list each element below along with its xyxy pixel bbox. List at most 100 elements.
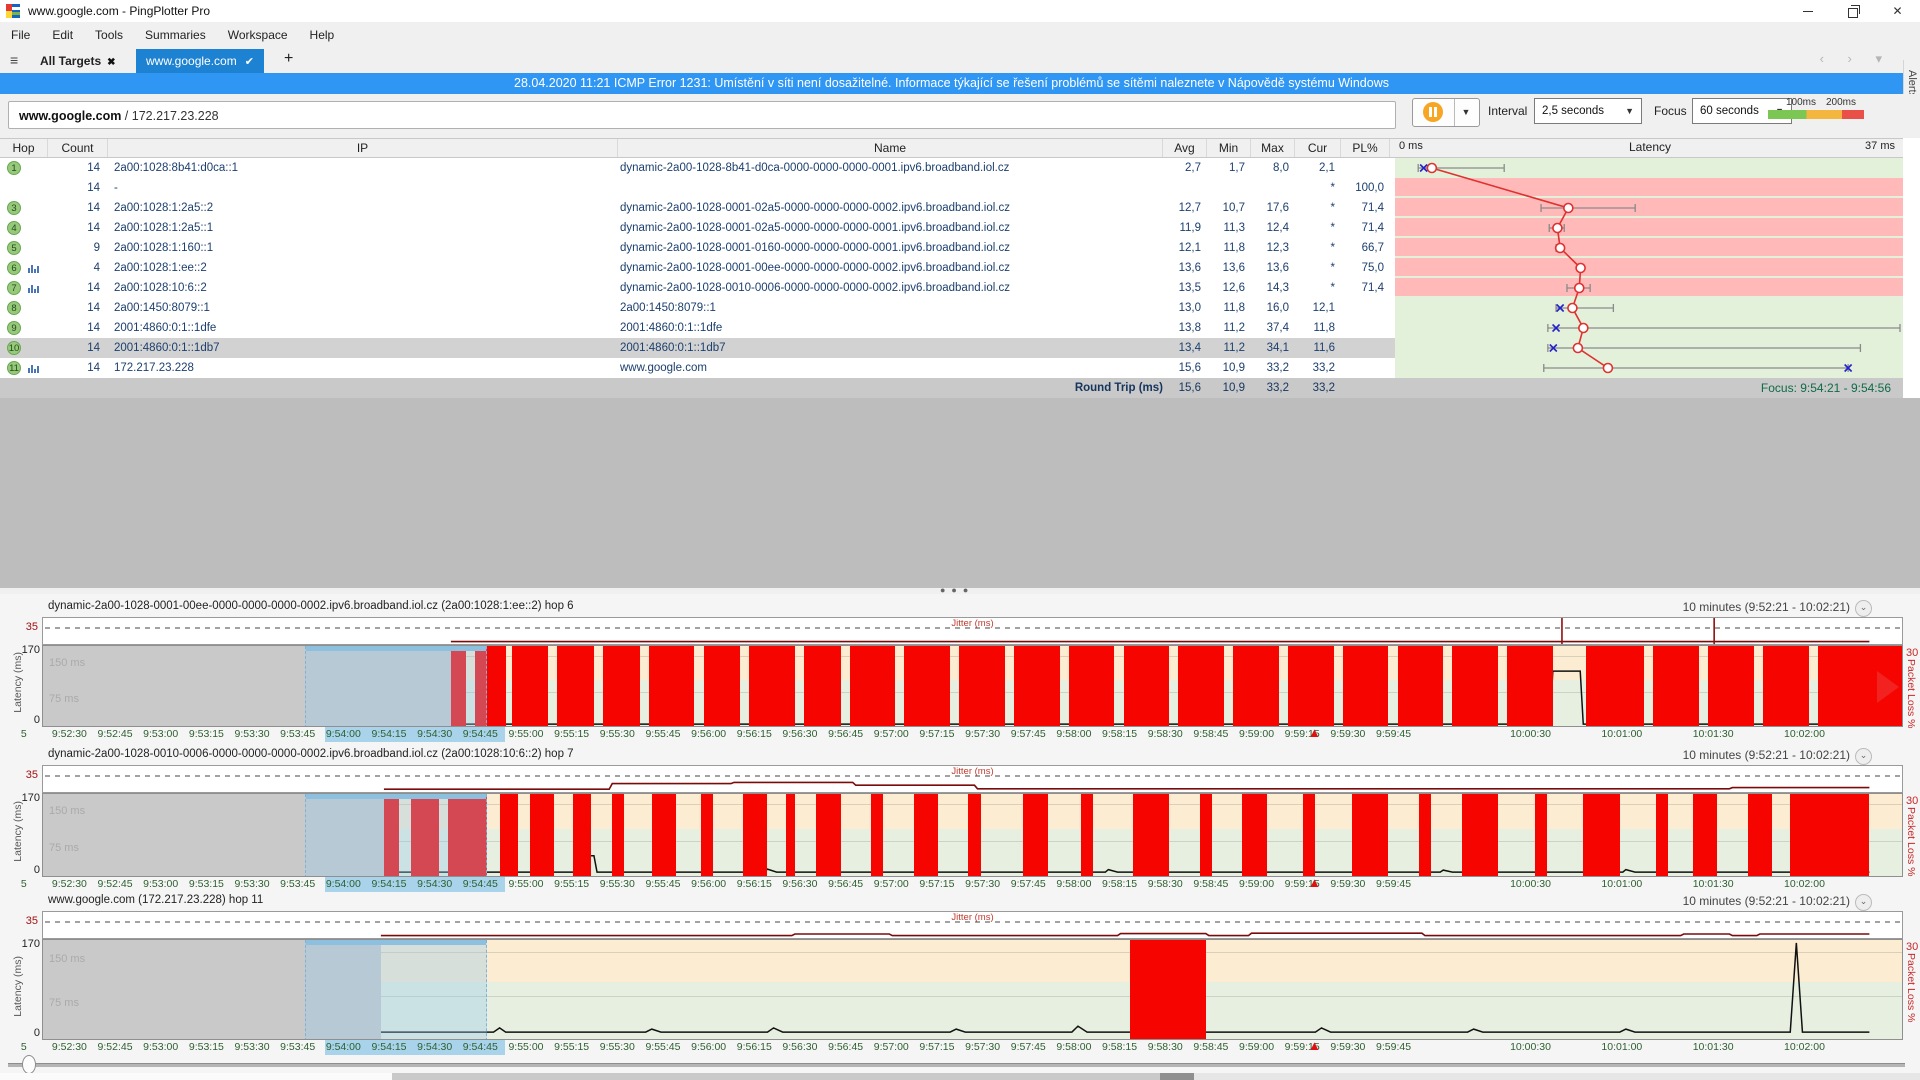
tick-label: 9:52:45 bbox=[98, 878, 133, 890]
cell-cur: * bbox=[1295, 178, 1335, 198]
tick-label: 9:53:30 bbox=[235, 728, 270, 740]
hop-row-8[interactable]: 8142a00:1450:8079::12a00:1450:8079::113,… bbox=[0, 298, 1395, 318]
hop-number-badge: 7 bbox=[7, 281, 21, 295]
cell-max: 12,3 bbox=[1251, 238, 1289, 258]
hop-row-10[interactable]: 10142001:4860:0:1::1db72001:4860:0:1::1d… bbox=[0, 338, 1395, 358]
timeline-plot-2[interactable]: 150 ms75 ms bbox=[42, 793, 1903, 877]
hamburger-icon[interactable]: ≡ bbox=[10, 53, 26, 67]
timeline-plot-1[interactable]: 150 ms75 ms bbox=[42, 645, 1903, 727]
hop-row-9[interactable]: 9142001:4860:0:1::1dfe2001:4860:0:1::1df… bbox=[0, 318, 1395, 338]
hop-row-4[interactable]: 4142a00:1028:1:2a5::1dynamic-2a00-1028-0… bbox=[0, 218, 1395, 238]
tick-label: 9:53:15 bbox=[189, 728, 224, 740]
range-dropdown-icon[interactable]: ⌄ bbox=[1855, 748, 1872, 765]
close-tab-icon[interactable]: ✖ bbox=[107, 57, 115, 68]
hop-row-6[interactable]: 642a00:1028:1:ee::2dynamic-2a00-1028-000… bbox=[0, 258, 1395, 278]
menu-help[interactable]: Help bbox=[299, 28, 346, 42]
column-header-ip[interactable]: IP bbox=[108, 139, 618, 157]
new-tab-button[interactable]: + bbox=[284, 50, 293, 68]
packet-loss-bar bbox=[743, 794, 767, 877]
pause-button-group[interactable]: ▼ bbox=[1412, 98, 1480, 127]
cell-cur: 33,2 bbox=[1295, 358, 1335, 378]
tab-all-targets[interactable]: All Targets✖ bbox=[34, 49, 122, 73]
error-banner: 28.04.2020 11:21 ICMP Error 1231: Umístě… bbox=[0, 73, 1903, 94]
column-header-cur[interactable]: Cur bbox=[1295, 139, 1341, 157]
tick-label: 10:02:00 bbox=[1784, 728, 1825, 740]
range-dropdown-icon[interactable]: ⌄ bbox=[1855, 600, 1872, 617]
range-dropdown-icon[interactable]: ⌄ bbox=[1855, 894, 1872, 911]
packet-loss-bar bbox=[1288, 646, 1334, 727]
tick-label: 10:00:30 bbox=[1510, 728, 1551, 740]
cell-ip: 2001:4860:0:1::1db7 bbox=[114, 338, 616, 358]
graph-range-2[interactable]: 10 minutes (9:52:21 - 10:02:21) bbox=[1683, 748, 1850, 762]
cell-ip: 2a00:1028:1:ee::2 bbox=[114, 258, 616, 278]
interval-select[interactable]: 2,5 seconds▼ bbox=[1534, 98, 1642, 124]
hop-row-5[interactable]: 592a00:1028:1:160::1dynamic-2a00-1028-00… bbox=[0, 238, 1395, 258]
cell-ip: 2a00:1028:8b41:d0ca::1 bbox=[114, 158, 616, 178]
restore-button[interactable] bbox=[1830, 0, 1875, 22]
graph-range-3[interactable]: 10 minutes (9:52:21 - 10:02:21) bbox=[1683, 894, 1850, 908]
packet-loss-bar bbox=[1303, 794, 1315, 877]
menu-tools[interactable]: Tools bbox=[84, 28, 134, 42]
column-header-avg[interactable]: Avg bbox=[1163, 139, 1207, 157]
tick-label: 10:01:00 bbox=[1601, 1041, 1642, 1053]
hop-row-7[interactable]: 7142a00:1028:10:6::2dynamic-2a00-1028-00… bbox=[0, 278, 1395, 298]
tick-label: 9:55:00 bbox=[508, 878, 543, 890]
graph-range-1[interactable]: 10 minutes (9:52:21 - 10:02:21) bbox=[1683, 600, 1850, 614]
tick-label: 9:56:15 bbox=[737, 1041, 772, 1053]
column-header-count[interactable]: Count bbox=[48, 139, 108, 157]
tab-bar: ≡ All Targets✖ www.google.com✔ + ‹ › ▾ bbox=[0, 47, 1920, 75]
tab-scroll-arrows[interactable]: ‹ › ▾ bbox=[1820, 51, 1892, 67]
column-header-name[interactable]: Name bbox=[618, 139, 1163, 157]
packet-loss-bar bbox=[1790, 794, 1869, 877]
column-header-pl%[interactable]: PL% bbox=[1341, 139, 1390, 157]
pause-button[interactable] bbox=[1413, 99, 1455, 126]
tick-label: 9:59:45 bbox=[1376, 728, 1411, 740]
column-header-min[interactable]: Min bbox=[1207, 139, 1251, 157]
time-slider-thumb[interactable] bbox=[22, 1055, 36, 1074]
tick-label: 9:59:45 bbox=[1376, 1041, 1411, 1053]
hop-row-1[interactable]: 1142a00:1028:8b41:d0ca::1dynamic-2a00-10… bbox=[0, 158, 1395, 178]
menu-file[interactable]: File bbox=[0, 28, 41, 42]
tick-label: 9:58:30 bbox=[1148, 728, 1183, 740]
pause-dropdown[interactable]: ▼ bbox=[1454, 99, 1478, 126]
tick-label: 10:01:00 bbox=[1601, 728, 1642, 740]
cell-ip: 172.217.23.228 bbox=[114, 358, 616, 378]
minimize-button[interactable] bbox=[1785, 0, 1830, 22]
hop-number-badge: 9 bbox=[7, 321, 21, 335]
round-trip-min: 10,9 bbox=[1207, 378, 1245, 398]
hop-row-3[interactable]: 3142a00:1028:1:2a5::2dynamic-2a00-1028-0… bbox=[0, 198, 1395, 218]
column-header-max[interactable]: Max bbox=[1251, 139, 1295, 157]
time-slider-track[interactable] bbox=[8, 1063, 1905, 1067]
tab-active-target[interactable]: www.google.com✔ bbox=[136, 49, 264, 73]
packet-loss-bar bbox=[652, 794, 676, 877]
packet-loss-bar bbox=[1583, 794, 1620, 877]
hop-row-11[interactable]: 1114172.217.23.228www.google.com15,610,9… bbox=[0, 358, 1395, 378]
tick-label: 10:00:30 bbox=[1510, 1041, 1551, 1053]
latency-scale-min: 0 ms bbox=[1399, 140, 1423, 152]
horizontal-scrollbar[interactable] bbox=[0, 1073, 1920, 1080]
menu-edit[interactable]: Edit bbox=[41, 28, 84, 42]
trace-grid: HopCountIPNameAvgMinMaxCurPL% 0 ms Laten… bbox=[0, 138, 1920, 398]
close-button[interactable]: ✕ bbox=[1875, 0, 1920, 22]
packet-loss-bar bbox=[573, 794, 591, 877]
tick-label: 9:54:30 bbox=[417, 1041, 452, 1053]
right-axis-max: 30 bbox=[1906, 647, 1918, 659]
tick-label: 10:01:00 bbox=[1601, 878, 1642, 890]
timeline-plot-3[interactable]: 150 ms75 ms bbox=[42, 939, 1903, 1040]
hop-row-2[interactable]: 14-*100,0 bbox=[0, 178, 1395, 198]
menu-workspace[interactable]: Workspace bbox=[217, 28, 299, 42]
target-address-box[interactable]: www.google.com / 172.217.23.228 bbox=[8, 101, 1396, 129]
packet-loss-bar bbox=[1462, 794, 1499, 877]
menu-summaries[interactable]: Summaries bbox=[134, 28, 217, 42]
tick-label: 9:52:30 bbox=[52, 1041, 87, 1053]
hop-number-badge: 3 bbox=[7, 201, 21, 215]
column-header-hop[interactable]: Hop bbox=[0, 139, 48, 157]
focus-selection-band bbox=[305, 646, 488, 727]
cell-min: 11,2 bbox=[1207, 318, 1245, 338]
tick-label: 9:56:15 bbox=[737, 728, 772, 740]
hop-number-badge: 5 bbox=[7, 241, 21, 255]
latency-chart[interactable] bbox=[1395, 158, 1903, 378]
hop-number-badge: 8 bbox=[7, 301, 21, 315]
right-axis-max: 30 bbox=[1906, 795, 1918, 807]
packet-loss-bar bbox=[1535, 794, 1547, 877]
